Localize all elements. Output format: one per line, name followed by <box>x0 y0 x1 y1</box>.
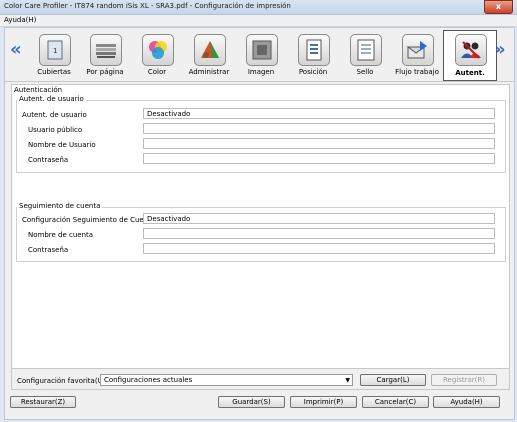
account-config-label: Configuración Seguimiento de Cuenta <box>22 216 156 224</box>
per-page-icon <box>90 34 122 66</box>
title-bar: Color Care Profiler - IT874 random iSis … <box>0 0 517 15</box>
account-config-field[interactable]: Desactivado <box>143 213 495 224</box>
settings-panel: Autenticación Autent. de usuario Autent.… <box>11 84 510 389</box>
tab-label: Imagen <box>247 68 275 76</box>
help-button[interactable]: Ayuda(H) <box>433 396 500 408</box>
tab-color[interactable]: Color <box>131 32 183 79</box>
account-name-field[interactable] <box>143 228 495 239</box>
tab-cubiertas[interactable]: 1 Cubiertas <box>28 32 80 79</box>
tab-label: Color <box>147 68 167 76</box>
tab-imagen[interactable]: Imagen <box>235 32 287 79</box>
public-user-label: Usuario público <box>28 126 83 134</box>
manage-icon <box>194 34 226 66</box>
image-icon <box>246 34 278 66</box>
tab-label: Autent. <box>455 69 485 77</box>
color-icon <box>142 34 174 66</box>
tab-label: Flujo trabajo <box>395 68 439 76</box>
tab-autent[interactable]: Autent. <box>443 30 497 81</box>
tab-label: Posición <box>298 68 328 76</box>
scroll-left-arrow-icon[interactable]: « <box>10 41 22 59</box>
workflow-icon <box>402 34 434 66</box>
favorites-label: Configuración favorita(U) <box>17 377 106 385</box>
close-button[interactable]: x <box>484 0 513 14</box>
tab-administrar[interactable]: Administrar <box>183 32 235 79</box>
password-label: Contraseña <box>28 156 69 164</box>
chevron-down-icon: ▼ <box>345 377 350 384</box>
favorites-select[interactable]: Configuraciones actuales ▼ <box>100 374 353 386</box>
tab-posicion[interactable]: Posición <box>287 32 339 79</box>
menu-bar: Ayuda(H) <box>0 15 517 27</box>
tab-label: Cubiertas <box>37 68 71 76</box>
position-icon <box>298 34 330 66</box>
cover-icon: 1 <box>39 34 71 66</box>
password-field[interactable] <box>143 153 495 164</box>
stamp-icon <box>350 34 382 66</box>
user-auth-label: Autent. de usuario <box>22 111 87 119</box>
restore-button[interactable]: Restaurar(Z) <box>10 396 76 408</box>
user-auth-field[interactable]: Desactivado <box>143 108 495 119</box>
svg-text:1: 1 <box>53 47 57 55</box>
username-field[interactable] <box>143 138 495 149</box>
group-title: Autent. de usuario <box>17 95 86 103</box>
cancel-button[interactable]: Cancelar(C) <box>362 396 429 408</box>
menu-help[interactable]: Ayuda(H) <box>4 16 36 24</box>
section-title: Autenticación <box>14 86 63 94</box>
tab-por-pagina[interactable]: Por página <box>79 32 131 79</box>
load-button[interactable]: Cargar(L) <box>360 374 426 386</box>
public-user-field[interactable] <box>143 123 495 134</box>
tab-label: Sello <box>356 68 374 76</box>
username-label: Nombre de Usuario <box>28 141 96 149</box>
print-button[interactable]: Imprimir(P) <box>290 396 357 408</box>
favorites-selected-value: Configuraciones actuales <box>104 376 193 384</box>
save-button[interactable]: Guardar(S) <box>218 396 285 408</box>
register-button[interactable]: Registrar(R) <box>431 374 497 386</box>
account-password-field[interactable] <box>143 243 495 254</box>
tab-label: Administrar <box>188 68 230 76</box>
tab-label: Por página <box>86 68 124 76</box>
tab-sello[interactable]: Sello <box>339 32 391 79</box>
tab-flujo-trabajo[interactable]: Flujo trabajo <box>391 32 443 79</box>
category-toolbar: « » 1 Cubiertas Por página Color Adminis… <box>5 28 514 82</box>
authentication-icon <box>455 34 487 66</box>
window-title: Color Care Profiler - IT874 random iSis … <box>4 2 291 10</box>
dialog-body: « » 1 Cubiertas Por página Color Adminis… <box>4 27 515 420</box>
account-name-label: Nombre de cuenta <box>28 231 94 239</box>
account-password-label: Contraseña <box>28 246 69 254</box>
group-title: Seguimiento de cuenta <box>17 202 103 210</box>
